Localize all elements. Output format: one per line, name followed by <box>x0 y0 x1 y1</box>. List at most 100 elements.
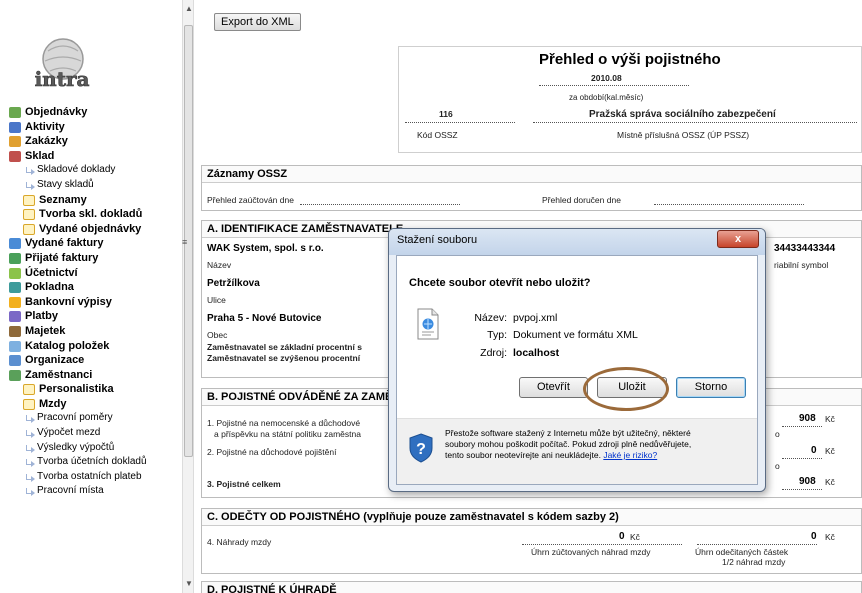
type-label: Typ: <box>487 329 507 341</box>
sidebar-item[interactable]: Zaměstnanci <box>0 368 182 383</box>
module-icon <box>9 311 21 323</box>
module-icon <box>9 136 21 148</box>
row1-label-b: a příspěvku na státní politiku zaměstna <box>214 429 361 439</box>
sidebar-item[interactable]: Personalistika <box>0 382 182 397</box>
arrow-icon <box>26 167 36 176</box>
sidebar-item-label: Zakázky <box>25 135 68 148</box>
sidebar-item[interactable]: Katalog položek <box>0 339 182 354</box>
sidebar: intra Objednávky Aktivity Zakázky Sklad Skla… <box>0 0 182 593</box>
sidebar-item-label: Tvorba účetních dokladů <box>37 456 147 468</box>
row3-label: 3. Pojistné celkem <box>207 479 281 489</box>
sidebar-item[interactable]: Vydané faktury <box>0 236 182 251</box>
sidebar-item[interactable]: Účetnictví <box>0 266 182 281</box>
sidebar-item[interactable]: Výsledky výpočtů <box>0 441 182 456</box>
warning-line-3-text: tento soubor neotevírejte ani neukládejt… <box>445 450 601 460</box>
module-icon <box>9 150 21 162</box>
period-caption: za období(kal.měsíc) <box>569 93 644 102</box>
side-letter-2: o <box>775 461 780 471</box>
sidebar-item[interactable]: Objednávky <box>0 105 182 120</box>
city-caption: Obec <box>207 330 228 340</box>
dialog-body: Chcete soubor otevřít nebo uložit? Název… <box>396 255 758 485</box>
sidebar-item[interactable]: Pokladna <box>0 280 182 295</box>
sidebar-scrollbar[interactable]: ▲ ≡ ▼ <box>182 0 194 593</box>
name-value: pvpoj.xml <box>513 312 558 324</box>
sidebar-item-label: Personalistika <box>39 383 114 396</box>
sidebar-item[interactable]: Majetek <box>0 324 182 339</box>
sidebar-item-label: Účetnictví <box>25 266 78 279</box>
download-dialog: Stažení souboru x Chcete soubor otevřít … <box>388 228 766 492</box>
sidebar-item[interactable]: Bankovní výpisy <box>0 295 182 310</box>
sidebar-item[interactable]: Mzdy <box>0 397 182 412</box>
sidebar-item-label: Pokladna <box>25 281 74 294</box>
dialog-title: Stažení souboru <box>397 234 478 246</box>
svg-text:?: ? <box>416 441 426 458</box>
arrow-icon <box>26 444 36 453</box>
sidebar-item-label: Platby <box>25 310 59 323</box>
close-icon[interactable]: x <box>717 230 759 248</box>
sidebar-item-label: Stavy skladů <box>37 178 94 190</box>
sidebar-item[interactable]: Aktivity <box>0 120 182 135</box>
c-caption-2b: 1/2 náhrad mzdy <box>722 557 786 567</box>
sidebar-item[interactable]: Přijaté faktury <box>0 251 182 266</box>
sidebar-item[interactable]: Pracovní poměry <box>0 411 182 426</box>
app-window: intra Objednávky Aktivity Zakázky Sklad Skla… <box>0 0 862 593</box>
sidebar-item[interactable]: Platby <box>0 309 182 324</box>
sidebar-item-label: Zaměstnanci <box>25 368 93 381</box>
street-caption: Ulice <box>207 295 226 305</box>
sidebar-item-label: Bankovní výpisy <box>25 295 112 308</box>
sidebar-item[interactable]: Zakázky <box>0 134 182 149</box>
sidebar-item[interactable]: Skladové doklady <box>0 163 182 178</box>
sidebar-item-label: Skladové doklady <box>37 164 116 176</box>
scroll-down-icon[interactable]: ▼ <box>185 580 193 588</box>
section-c: C. ODEČTY OD POJISTNÉHO (vyplňuje pouze … <box>201 508 862 574</box>
risk-link[interactable]: Jaké je riziko? <box>603 450 657 460</box>
open-button[interactable]: Otevřít <box>519 377 588 398</box>
module-icon <box>9 325 21 337</box>
row2-label: 2. Pojistné na důchodové pojištění <box>207 447 337 457</box>
module-icon <box>9 267 21 279</box>
name-label: Název: <box>474 312 507 324</box>
sidebar-item[interactable]: Pracovní místa <box>0 484 182 499</box>
logo-text: intra <box>35 67 90 91</box>
row2-cur: Kč <box>825 446 835 456</box>
report-header: Přehled o výši pojistného 2010.08 za obd… <box>398 46 862 153</box>
module-icon <box>9 238 21 250</box>
warning-line-2: soubory mohou poškodit počítač. Pokud zd… <box>445 439 692 449</box>
sidebar-item-label: Tvorba ostatních plateb <box>37 470 142 482</box>
sidebar-item[interactable]: Výpočet mezd <box>0 426 182 441</box>
folder-icon <box>23 398 35 410</box>
arrow-icon <box>26 488 36 497</box>
sidebar-item[interactable]: Tvorba ostatních plateb <box>0 470 182 485</box>
zauctovan-label: Přehled zaúčtován dne <box>207 195 294 205</box>
c-value-1: 0 <box>619 531 625 542</box>
source-value: localhost <box>513 347 560 359</box>
shield-warning-icon: ? <box>409 433 433 463</box>
c-cur-1: Kč <box>630 532 640 542</box>
dialog-titlebar[interactable]: Stažení souboru <box>389 229 765 255</box>
sidebar-item[interactable]: Tvorba skl. dokladů <box>0 207 182 222</box>
sidebar-item[interactable]: Vydané objednávky <box>0 222 182 237</box>
sidebar-item-label: Aktivity <box>25 120 65 133</box>
scroll-up-icon[interactable]: ▲ <box>185 5 193 13</box>
sidebar-item[interactable]: Tvorba účetních dokladů <box>0 455 182 470</box>
sidebar-item-label: Vydané faktury <box>25 237 104 250</box>
row2-value: 0 <box>811 445 817 456</box>
sidebar-item-label: Výpočet mezd <box>37 427 101 439</box>
sidebar-item[interactable]: Organizace <box>0 353 182 368</box>
city-value: Praha 5 - Nové Butovice <box>207 313 322 324</box>
sidebar-item-label: Vydané objednávky <box>39 222 142 235</box>
sidebar-item[interactable]: Seznamy <box>0 193 182 208</box>
arrow-icon <box>26 181 36 190</box>
splitter-grip-icon[interactable]: ≡ <box>182 238 187 247</box>
sidebar-item[interactable]: Sklad <box>0 149 182 164</box>
sidebar-item-label: Sklad <box>25 149 55 162</box>
export-xml-button[interactable]: Export do XML <box>214 13 301 31</box>
cancel-button[interactable]: Storno <box>676 377 746 398</box>
c-caption-1: Úhrn zúčtovaných náhrad mzdy <box>531 547 651 557</box>
warning-line-3: tento soubor neotevírejte ani neukládejt… <box>445 450 657 460</box>
sidebar-item-label: Objednávky <box>25 106 88 118</box>
row1-value: 908 <box>799 413 816 424</box>
sidebar-item[interactable]: Stavy skladů <box>0 178 182 193</box>
folder-icon <box>23 384 35 396</box>
company-caption: Název <box>207 260 232 270</box>
